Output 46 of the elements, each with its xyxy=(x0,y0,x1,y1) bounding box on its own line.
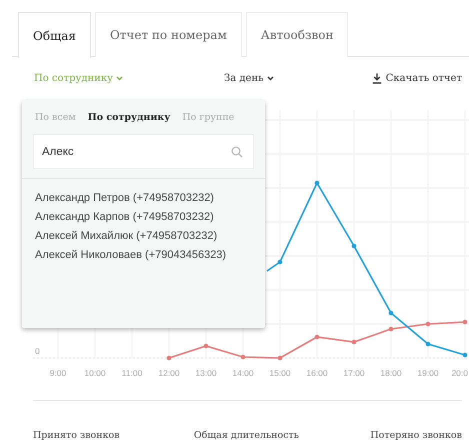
list-item[interactable]: Александр Карпов (+74958703232) xyxy=(35,210,252,225)
data-point xyxy=(388,310,394,316)
download-icon xyxy=(372,73,382,84)
axis-label: 15:00 xyxy=(269,368,291,378)
data-point xyxy=(278,260,282,264)
axis-label: 9:00 xyxy=(50,368,66,378)
data-point xyxy=(352,340,356,344)
search-field[interactable]: Алекс xyxy=(33,134,254,169)
data-point xyxy=(314,334,320,340)
filter-tab[interactable]: По сотруднику xyxy=(88,112,170,123)
data-point xyxy=(462,320,468,324)
data-point xyxy=(314,180,320,186)
list-item[interactable]: Алексей Николоваев (+79043456323) xyxy=(35,248,252,263)
axis-label: 0 xyxy=(35,346,40,356)
search-icon xyxy=(231,146,243,158)
stat-label: Общая длительность xyxy=(194,430,300,441)
data-point xyxy=(204,344,208,348)
axis-label: 11:00 xyxy=(122,368,142,378)
download-link[interactable]: Скачать отчет xyxy=(372,73,462,84)
axis-label: 13:00 xyxy=(195,368,217,378)
stat-label: Потеряно звонков xyxy=(370,430,462,441)
axis-label: 12:00 xyxy=(158,368,180,378)
dropdown-toggle[interactable]: За день xyxy=(224,73,274,84)
list-item[interactable]: Алексей Михайлюк (+74958703232) xyxy=(35,229,252,244)
axis-label: 14:00 xyxy=(232,368,254,378)
axis-label: 20:0 xyxy=(451,368,468,378)
tab[interactable]: Автообзвон xyxy=(246,12,348,57)
chevron-down-icon xyxy=(266,76,274,81)
stat-label: Принято звонков xyxy=(33,430,121,441)
axis-label: 19:00 xyxy=(417,368,439,378)
data-point xyxy=(352,244,356,248)
list-item[interactable]: Александр Петров (+74958703232) xyxy=(35,191,252,206)
chevron-down-icon xyxy=(116,76,123,81)
tab[interactable]: Отчет по номерам xyxy=(94,12,242,57)
data-point xyxy=(388,326,394,332)
axis-label: 17:00 xyxy=(343,368,365,378)
axis-label: 10:00 xyxy=(84,368,106,378)
tab[interactable]: Общая xyxy=(18,12,91,58)
data-point xyxy=(426,342,430,346)
data-point xyxy=(240,354,246,360)
data-point xyxy=(278,356,282,360)
axis-label: 18:00 xyxy=(380,368,402,378)
axis-label: 16:00 xyxy=(306,368,328,378)
data-point xyxy=(462,352,468,358)
data-point xyxy=(166,356,172,360)
data-point xyxy=(426,322,430,326)
